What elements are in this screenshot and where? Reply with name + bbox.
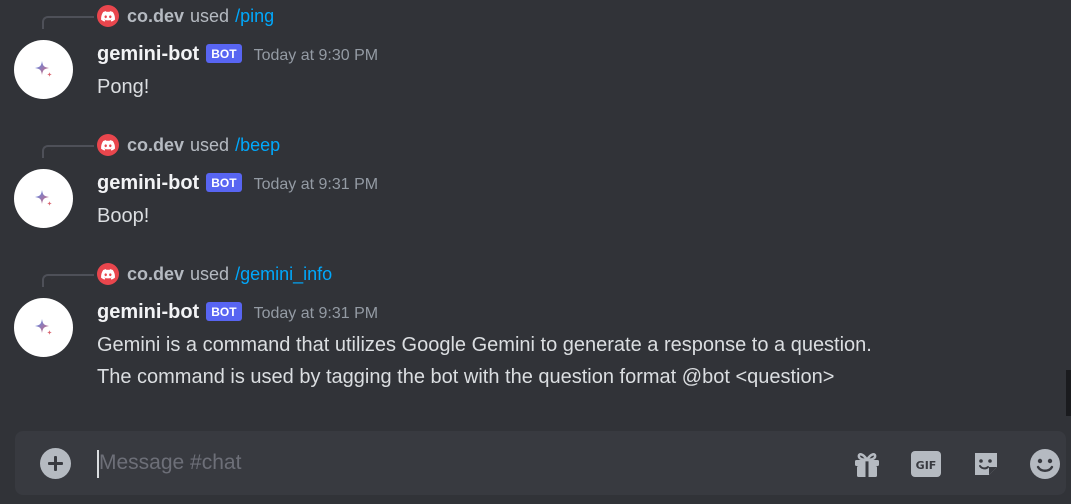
avatar[interactable] [14,169,73,228]
sticker-icon [975,453,997,475]
reply-command[interactable]: /gemini_info [235,264,332,285]
reply-command[interactable]: /beep [235,135,280,156]
reply-username[interactable]: co.dev [127,6,184,27]
message-header: gemini-bot BOT Today at 9:31 PM [97,170,378,196]
message-line: Pong! [97,76,150,98]
message: co.dev used /gemini_info gemini-bot BOT … [0,258,1060,398]
timestamp: Today at 9:31 PM [253,176,379,193]
chat-messages: co.dev used /ping gemini-bot BOT Today a… [0,0,1071,504]
avatar[interactable] [14,40,73,99]
gemini-sparkle-icon [34,189,52,206]
bot-tag: BOT [206,301,242,321]
message: co.dev used /ping gemini-bot BOT Today a… [0,0,1060,110]
svg-text:GIF: GIF [916,459,937,472]
plus-circle-icon [48,456,63,471]
reply-preview[interactable]: co.dev used /ping [97,5,274,27]
reply-preview[interactable]: co.dev used /gemini_info [97,263,332,285]
gift-button[interactable] [850,447,884,481]
timestamp: Today at 9:30 PM [253,47,379,64]
message-line: Boop! [97,205,150,227]
avatar[interactable] [14,298,73,357]
bot-tag: BOT [206,43,242,63]
gift-icon [855,453,879,477]
message: co.dev used /beep gemini-bot BOT Today a… [0,129,1060,239]
message-content: Pong! [97,71,149,103]
bot-tag: BOT [206,172,242,192]
reply-username[interactable]: co.dev [127,264,184,285]
message-content: Boop! [97,200,149,232]
gemini-sparkle-icon [34,60,52,77]
scrollbar-thumb[interactable] [1066,370,1071,416]
author-name[interactable]: gemini-bot [97,172,199,195]
message-content: Gemini is a command that utilizes Google… [97,329,872,393]
reply-connector [42,16,94,29]
emoji-button[interactable] [1028,447,1062,481]
message-line: The command is used by tagging the bot w… [97,366,835,388]
reply-username[interactable]: co.dev [127,135,184,156]
gif-icon: GIF [911,451,941,477]
emoji-icon [1030,449,1060,479]
message-header: gemini-bot BOT Today at 9:31 PM [97,299,378,325]
message-header: gemini-bot BOT Today at 9:30 PM [97,41,378,67]
reply-preview[interactable]: co.dev used /beep [97,134,280,156]
discord-logo-icon [97,134,119,156]
reply-used-text: used [190,134,230,155]
reply-command[interactable]: /ping [235,6,274,27]
gemini-sparkle-icon [34,318,52,335]
author-name[interactable]: gemini-bot [97,301,199,324]
discord-logo-icon [97,5,119,27]
reply-connector [42,274,94,287]
discord-logo-icon [97,263,119,285]
message-input[interactable] [99,445,819,481]
reply-used-text: used [190,5,230,26]
message-line: Gemini is a command that utilizes Google… [97,334,872,356]
message-composer: GIF [15,431,1066,495]
reply-connector [42,145,94,158]
upload-button[interactable] [40,448,71,479]
timestamp: Today at 9:31 PM [253,305,379,322]
gif-button[interactable]: GIF [909,447,943,481]
author-name[interactable]: gemini-bot [97,43,199,66]
sticker-button[interactable] [969,447,1003,481]
reply-used-text: used [190,263,230,284]
